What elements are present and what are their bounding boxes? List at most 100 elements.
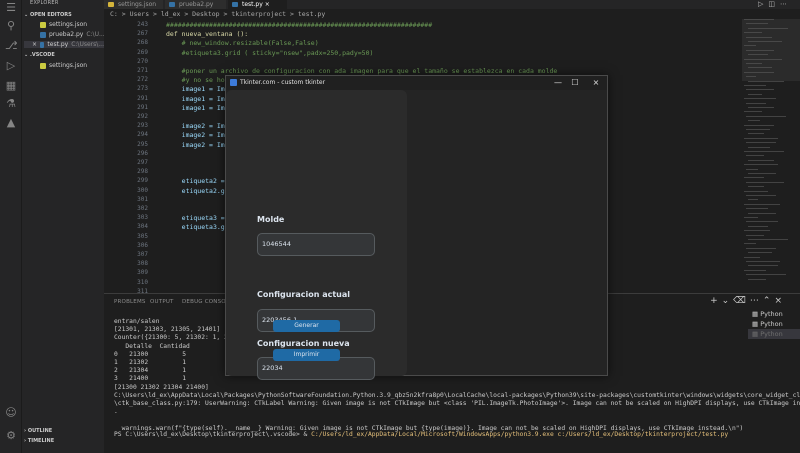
minimap-line: [744, 58, 782, 60]
app-icon: [230, 79, 237, 86]
minimap-line: [744, 32, 762, 34]
open-editor-prueba2[interactable]: prueba2.py C:\U...: [40, 31, 105, 38]
terminal-prompt-line: PS C:\Users\ld_ex\Desktop\tkinterproject…: [114, 431, 729, 438]
minimap-line: [744, 190, 768, 192]
terminal-item[interactable]: ▦ Python: [748, 319, 800, 329]
terminal-item[interactable]: ▦ Python: [748, 329, 800, 339]
minimap-line: [748, 225, 768, 227]
trash-icon[interactable]: ⌫: [733, 296, 750, 306]
terminal-line: [21301, 21303, 21305, 21401]: [114, 326, 221, 334]
code-line: #poner un archivo de configuracion con a…: [166, 67, 558, 75]
tab-prueba2[interactable]: prueba2.py: [165, 0, 227, 9]
line-number: 268: [137, 39, 148, 47]
minimap-line: [746, 221, 778, 223]
python-file-icon: [169, 2, 175, 7]
open-editor-settings-json[interactable]: settings.json: [40, 21, 87, 28]
minimap-line: [744, 164, 778, 166]
line-number: 267: [137, 30, 148, 38]
tab-settings-json[interactable]: settings.json: [104, 0, 164, 9]
breadcrumb[interactable]: C: > Users > ld_ex > Desktop > tkinterpr…: [110, 10, 325, 18]
minimap-line: [748, 186, 764, 188]
minimap-line: [746, 168, 758, 170]
chevron-down-icon[interactable]: ⌄: [722, 296, 734, 306]
window-titlebar[interactable]: Tkinter.com - custom tkinter — ☐ ×: [226, 76, 607, 90]
tab-test-py[interactable]: test.py ×: [228, 0, 288, 9]
run-icon[interactable]: ▷: [758, 0, 768, 8]
terminal-item[interactable]: ▦ Python: [748, 309, 800, 319]
panel-actions: +⌄⌫⋯⌃×: [710, 296, 786, 306]
more-actions-icon[interactable]: ⋯: [750, 296, 763, 306]
minimap-line: [744, 217, 758, 218]
molde-entry[interactable]: 1046544: [257, 233, 375, 256]
line-number: 303: [137, 214, 148, 222]
generar-button[interactable]: Generar: [273, 320, 340, 332]
json-file-icon: [40, 62, 46, 69]
minimap-line: [746, 36, 772, 38]
files-icon[interactable]: ☰: [5, 2, 17, 14]
line-number: 272: [137, 76, 148, 84]
minimap-line: [744, 203, 780, 205]
code-line: # new_window.resizable(False,False): [166, 39, 319, 48]
close-icon[interactable]: ×: [265, 1, 270, 8]
terminal-line: Counter({21300: 5, 21302: 1, 21304: [114, 334, 243, 342]
testing-icon[interactable]: ⚗: [5, 98, 17, 110]
folder-file-settings-json[interactable]: settings.json: [40, 62, 87, 69]
minimap-line: [748, 80, 784, 82]
line-number: 308: [137, 260, 148, 268]
terminal-line: [21300 21302 21304 21400]: [114, 383, 209, 391]
outline-section[interactable]: › OUTLINE: [24, 428, 52, 434]
new-terminal-icon[interactable]: +: [710, 296, 722, 306]
line-number: 269: [137, 48, 148, 56]
minimap-line: [746, 274, 786, 276]
minimap-line: [748, 212, 776, 214]
tree-icon[interactable]: ▲: [5, 117, 17, 129]
account-icon[interactable]: ☺: [5, 407, 17, 419]
folder-vscode[interactable]: ⌄ .VSCODE: [24, 52, 55, 58]
form-frame: Molde 1046544 Configuracion actual 22034…: [226, 90, 407, 380]
line-number: 270: [137, 57, 148, 65]
open-editors-section[interactable]: ⌄ OPEN EDITORS: [24, 12, 72, 18]
minimap-line: [744, 19, 774, 20]
tab-output[interactable]: OUTPUT: [150, 299, 174, 305]
terminal-list: ▦ Python ▦ Python ▦ Python: [748, 309, 800, 339]
close-panel-icon[interactable]: ×: [774, 296, 786, 306]
search-icon[interactable]: ⚲: [5, 20, 17, 32]
minimap-line: [744, 98, 776, 100]
line-number: 295: [137, 140, 148, 148]
more-actions-icon[interactable]: ⋯: [780, 0, 792, 8]
minimap-line: [744, 85, 766, 86]
timeline-section[interactable]: › TIMELINE: [24, 438, 54, 444]
minimap[interactable]: [742, 19, 800, 289]
minimap-line: [746, 247, 776, 249]
minimap-line: [746, 129, 770, 130]
run-debug-icon[interactable]: ▷: [5, 60, 17, 72]
extensions-icon[interactable]: ▦: [5, 80, 17, 92]
tab-problems[interactable]: PROBLEMS: [114, 299, 146, 305]
source-control-icon[interactable]: ⎇: [5, 40, 18, 52]
explorer-sidebar: EXPLORER ⌄ OPEN EDITORS settings.json pr…: [22, 0, 105, 453]
code-line: ########################################…: [166, 21, 433, 29]
open-editor-test-py[interactable]: × test.py C:\Users\...: [24, 41, 104, 48]
minimap-line: [748, 159, 774, 161]
minimap-line: [748, 239, 788, 240]
close-icon[interactable]: ×: [590, 77, 602, 89]
minimap-line: [748, 54, 768, 56]
minimap-line: [746, 102, 766, 104]
split-editor-icon[interactable]: ◫: [768, 0, 780, 8]
close-icon[interactable]: ×: [32, 41, 37, 48]
minimap-line: [746, 208, 768, 210]
line-number: 306: [137, 241, 148, 249]
terminal-line: .: [114, 408, 118, 416]
minimap-line: [744, 243, 756, 245]
terminal-line: Detalle Cantidad: [114, 342, 190, 350]
settings-gear-icon[interactable]: ⚙: [5, 430, 17, 442]
terminal-line: \ctk_base_class.py:179: UserWarning: CTk…: [114, 400, 800, 407]
maximize-panel-icon[interactable]: ⌃: [763, 296, 775, 306]
config-nueva-label: Configuracion nueva: [257, 339, 350, 348]
minimize-icon[interactable]: —: [552, 77, 564, 89]
maximize-icon[interactable]: ☐: [569, 77, 581, 89]
minimap-line: [746, 195, 776, 196]
minimap-line: [744, 230, 770, 232]
imprimir-button[interactable]: Imprimir: [273, 349, 340, 361]
line-number: 299: [137, 177, 148, 185]
